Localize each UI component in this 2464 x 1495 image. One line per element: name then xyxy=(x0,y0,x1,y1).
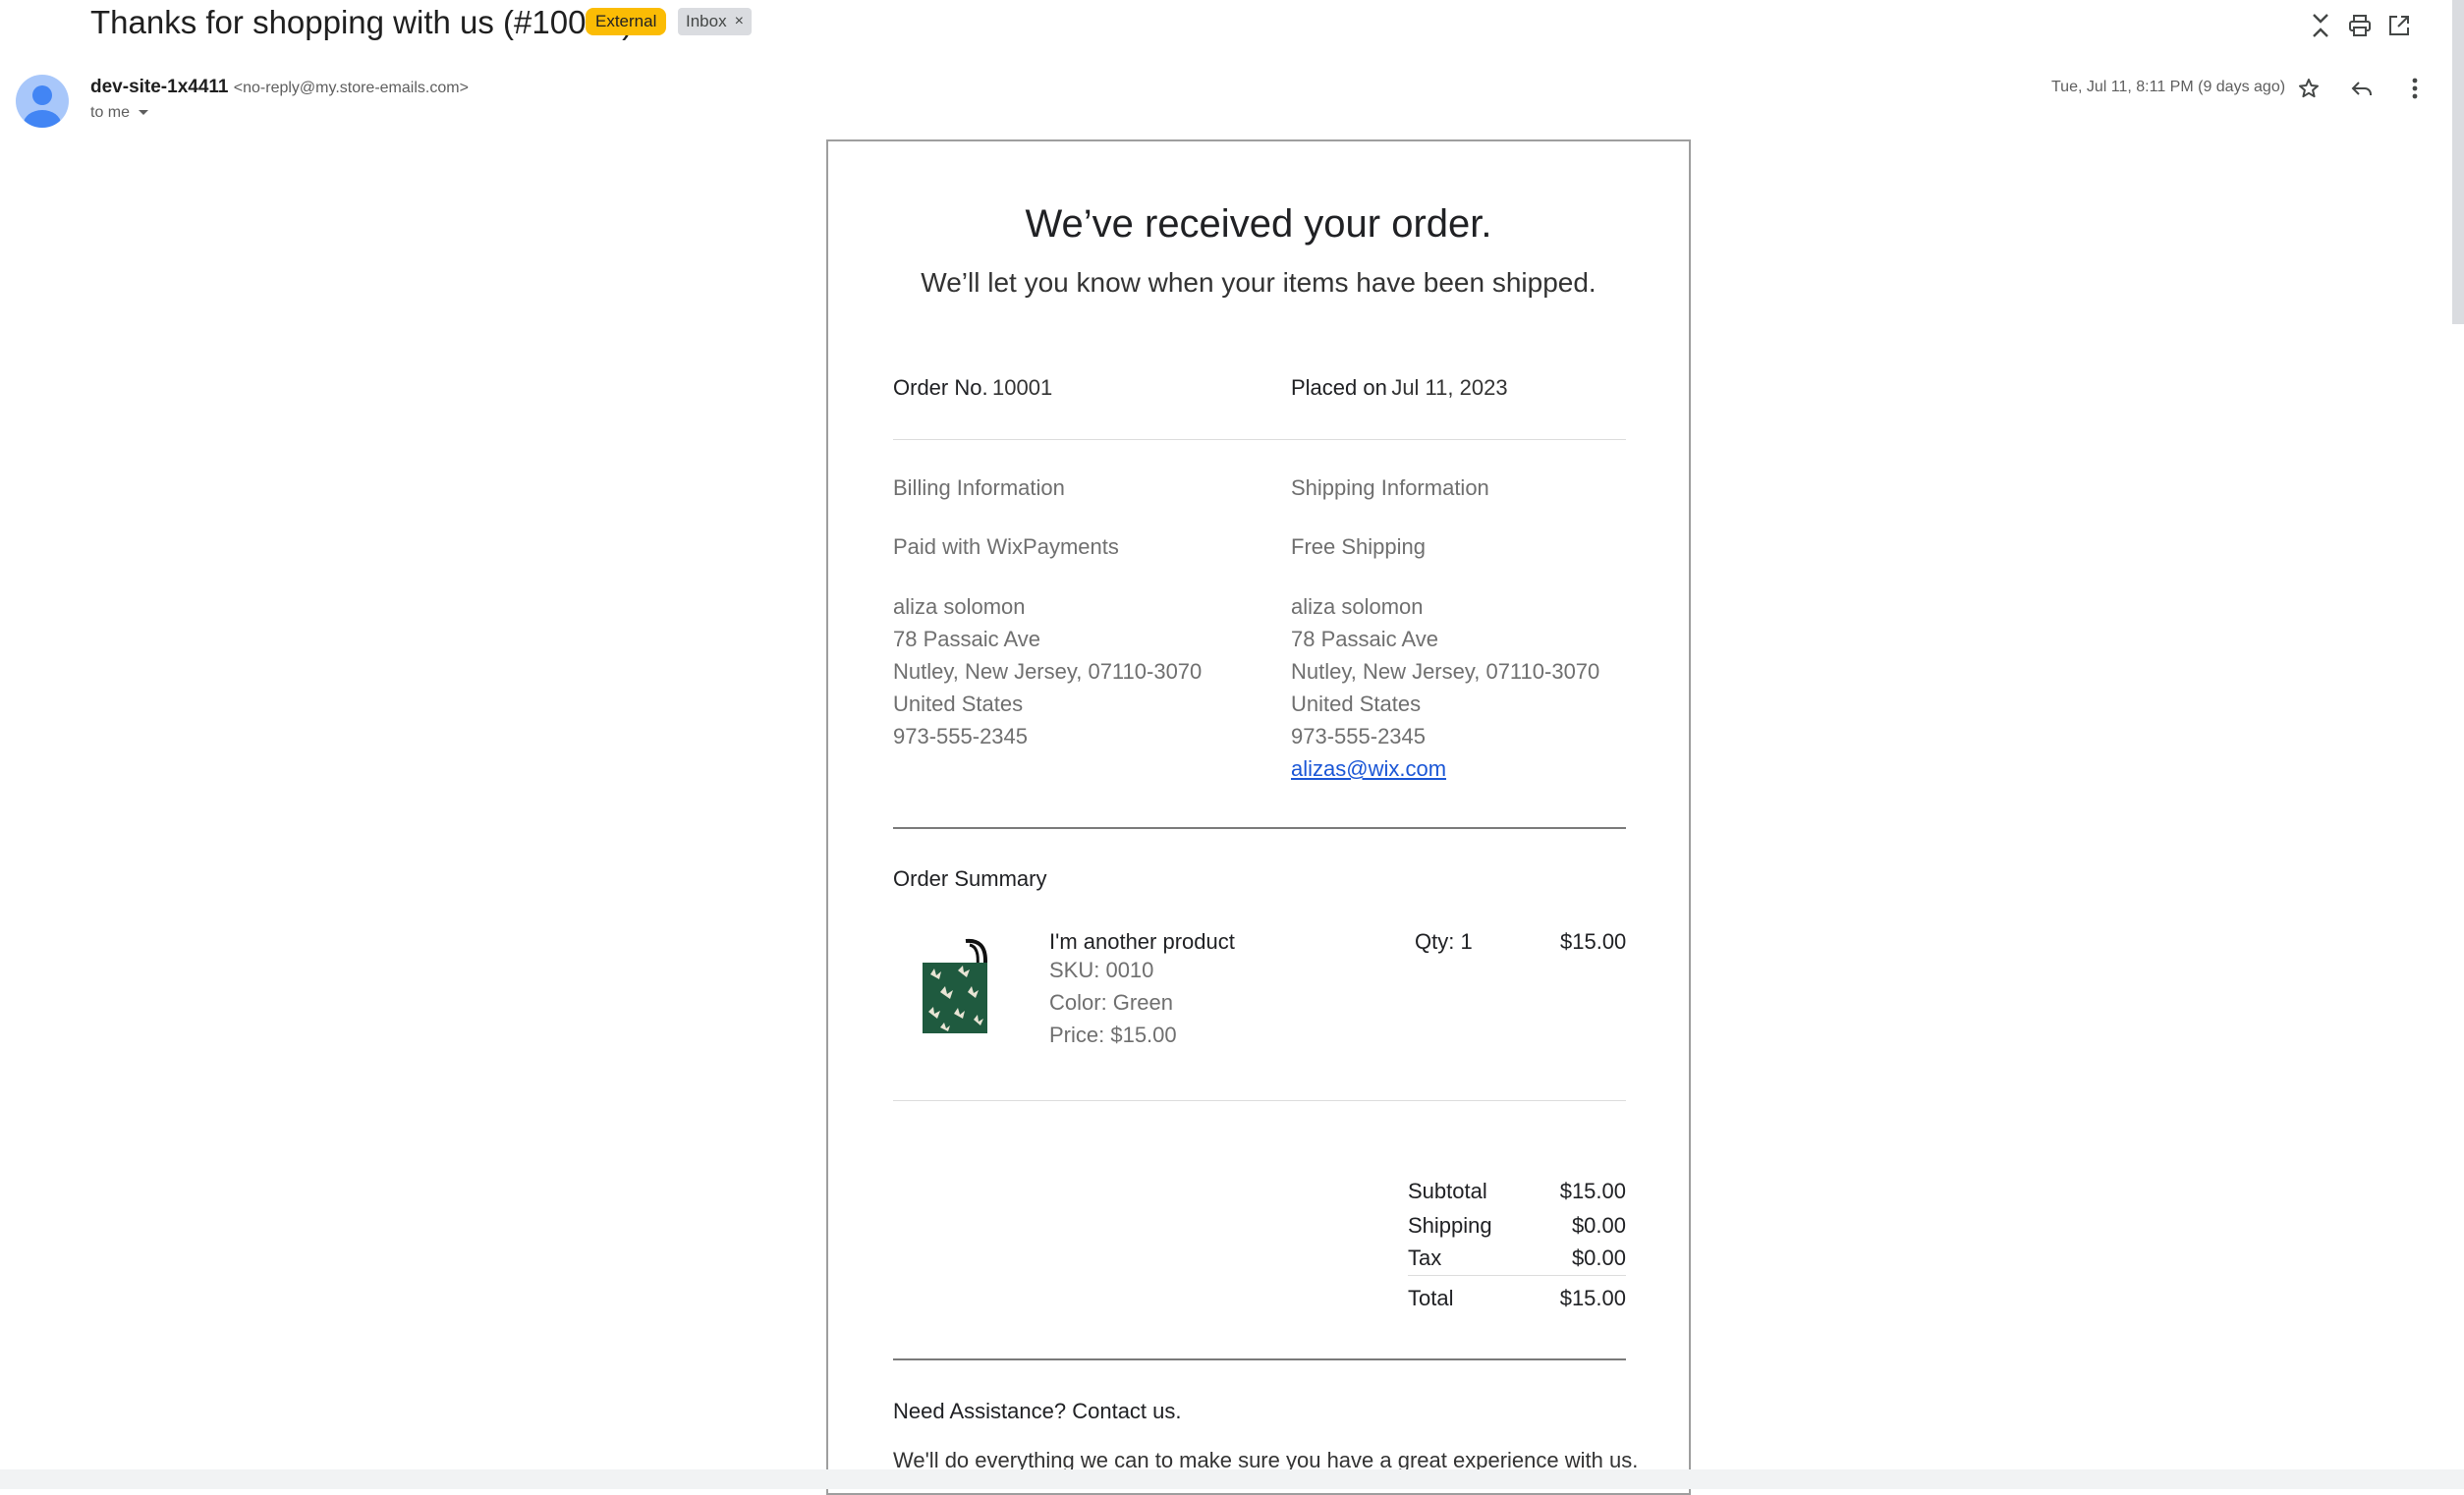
totals-block: Subtotal $15.00 Shipping $0.00 Tax $0.00… xyxy=(1408,1179,1626,1311)
divider xyxy=(893,827,1626,829)
billing-street: 78 Passaic Ave xyxy=(893,627,1041,651)
open-new-window-icon[interactable] xyxy=(2380,6,2419,45)
product-image xyxy=(921,937,991,1035)
subtotal-label: Subtotal xyxy=(1408,1179,1487,1203)
subtotal-row: Subtotal $15.00 xyxy=(1408,1179,1626,1213)
divider xyxy=(893,1358,1626,1360)
placed-on-label: Placed on xyxy=(1291,375,1387,400)
shipping-city: Nutley, New Jersey, 07110-3070 xyxy=(1291,659,1600,684)
order-number: 10001 xyxy=(992,375,1053,400)
shipping-address: aliza solomon 78 Passaic Ave Nutley, New… xyxy=(1291,590,1599,785)
to-me-label: to me xyxy=(90,104,131,121)
order-summary-title: Order Summary xyxy=(893,866,1047,891)
order-number-label: Order No. xyxy=(893,375,988,400)
billing-phone: 973-555-2345 xyxy=(893,724,1029,748)
product-name: I'm another product xyxy=(1049,929,1235,954)
scrollbar-thumb[interactable] xyxy=(2452,0,2464,324)
billing-method: Paid with WixPayments xyxy=(893,534,1119,559)
total-label: Total xyxy=(1408,1286,1454,1310)
email-subject: Thanks for shopping with us (#10001) xyxy=(90,4,634,40)
placed-on-row: Placed on Jul 11, 2023 xyxy=(1291,375,1508,401)
order-heading: We’ve received your order. xyxy=(1025,202,1492,246)
tax-row: Tax $0.00 xyxy=(1408,1246,1626,1273)
placed-date: Jul 11, 2023 xyxy=(1391,375,1508,400)
billing-city: Nutley, New Jersey, 07110-3070 xyxy=(893,659,1203,684)
shipping-value: $0.00 xyxy=(1571,1213,1626,1238)
chevron-down-icon xyxy=(139,110,149,115)
product-price: Price: $15.00 xyxy=(1049,1023,1177,1047)
product-line-total: $15.00 xyxy=(1560,929,1627,954)
total-value: $15.00 xyxy=(1559,1286,1626,1310)
collapse-all-icon[interactable] xyxy=(2301,6,2340,45)
billing-country: United States xyxy=(893,692,1024,716)
shipping-row: Shipping $0.00 xyxy=(1408,1213,1626,1246)
sender-line: dev-site-1x4411 <no-reply@my.store-email… xyxy=(90,77,469,98)
shipping-country: United States xyxy=(1291,692,1422,716)
totals-divider xyxy=(1408,1275,1626,1276)
print-icon[interactable] xyxy=(2340,6,2380,45)
assistance-title: Need Assistance? Contact us. xyxy=(893,1399,1182,1423)
sender-email: <no-reply@my.store-emails.com> xyxy=(233,80,469,96)
shipping-label: Shipping xyxy=(1408,1213,1492,1238)
shipping-name: aliza solomon xyxy=(1291,594,1424,619)
billing-address: aliza solomon 78 Passaic Ave Nutley, New… xyxy=(893,590,1202,752)
shipping-email-link[interactable]: alizas@wix.com xyxy=(1291,756,1446,781)
divider xyxy=(893,439,1626,440)
message-actions xyxy=(2289,69,2435,108)
product-sku: SKU: 0010 xyxy=(1049,958,1154,982)
email-date: Tue, Jul 11, 8:11 PM (9 days ago) xyxy=(2051,79,2286,95)
inbox-label-chip[interactable]: Inbox × xyxy=(678,8,752,35)
product-color: Color: Green xyxy=(1049,990,1173,1015)
shipping-title: Shipping Information xyxy=(1291,475,1489,500)
order-subheading: We’ll let you know when your items have … xyxy=(921,267,1596,298)
total-row: Total $15.00 xyxy=(1408,1286,1626,1311)
shipping-phone: 973-555-2345 xyxy=(1291,724,1427,748)
shipping-method: Free Shipping xyxy=(1291,534,1426,559)
order-email-card: We’ve received your order. We’ll let you… xyxy=(826,139,1691,1495)
bottom-bar xyxy=(0,1469,2464,1489)
order-number-row: Order No. 10001 xyxy=(893,375,1052,401)
billing-title: Billing Information xyxy=(893,475,1065,500)
remove-label-icon[interactable]: × xyxy=(735,8,744,35)
sender-avatar[interactable] xyxy=(16,75,69,128)
product-details: SKU: 0010 Color: Green Price: $15.00 xyxy=(1049,954,1177,1051)
star-icon[interactable] xyxy=(2289,69,2328,108)
reply-icon[interactable] xyxy=(2342,69,2381,108)
tax-value: $0.00 xyxy=(1571,1246,1626,1270)
inbox-label-text: Inbox xyxy=(686,12,727,30)
tax-label: Tax xyxy=(1408,1246,1442,1270)
divider xyxy=(893,1100,1626,1101)
more-options-icon[interactable] xyxy=(2395,69,2435,108)
external-badge: External xyxy=(586,8,667,35)
product-qty: Qty: 1 xyxy=(1415,929,1473,954)
shipping-street: 78 Passaic Ave xyxy=(1291,627,1439,651)
sender-name[interactable]: dev-site-1x4411 xyxy=(90,77,229,97)
thread-toolbar xyxy=(2301,6,2419,45)
billing-name: aliza solomon xyxy=(893,594,1026,619)
recipients-toggle[interactable]: to me xyxy=(90,104,149,122)
subtotal-value: $15.00 xyxy=(1559,1179,1626,1203)
